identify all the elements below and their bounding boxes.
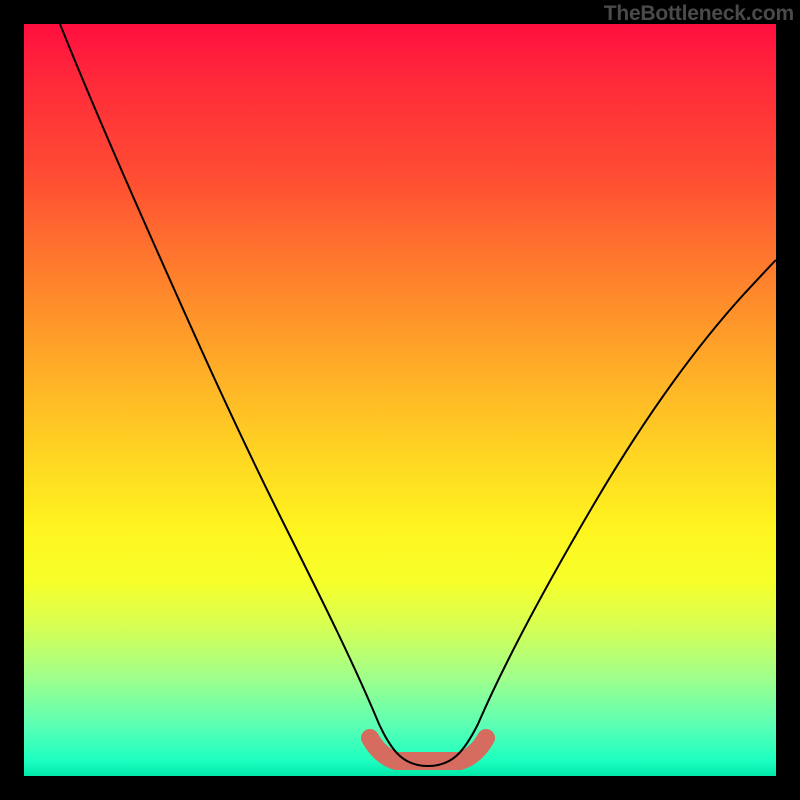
curve-layer [24, 24, 776, 776]
plot-area [24, 24, 776, 776]
chart-frame: TheBottleneck.com [0, 0, 800, 800]
bottleneck-curve [60, 24, 776, 766]
watermark-text: TheBottleneck.com [604, 2, 794, 26]
